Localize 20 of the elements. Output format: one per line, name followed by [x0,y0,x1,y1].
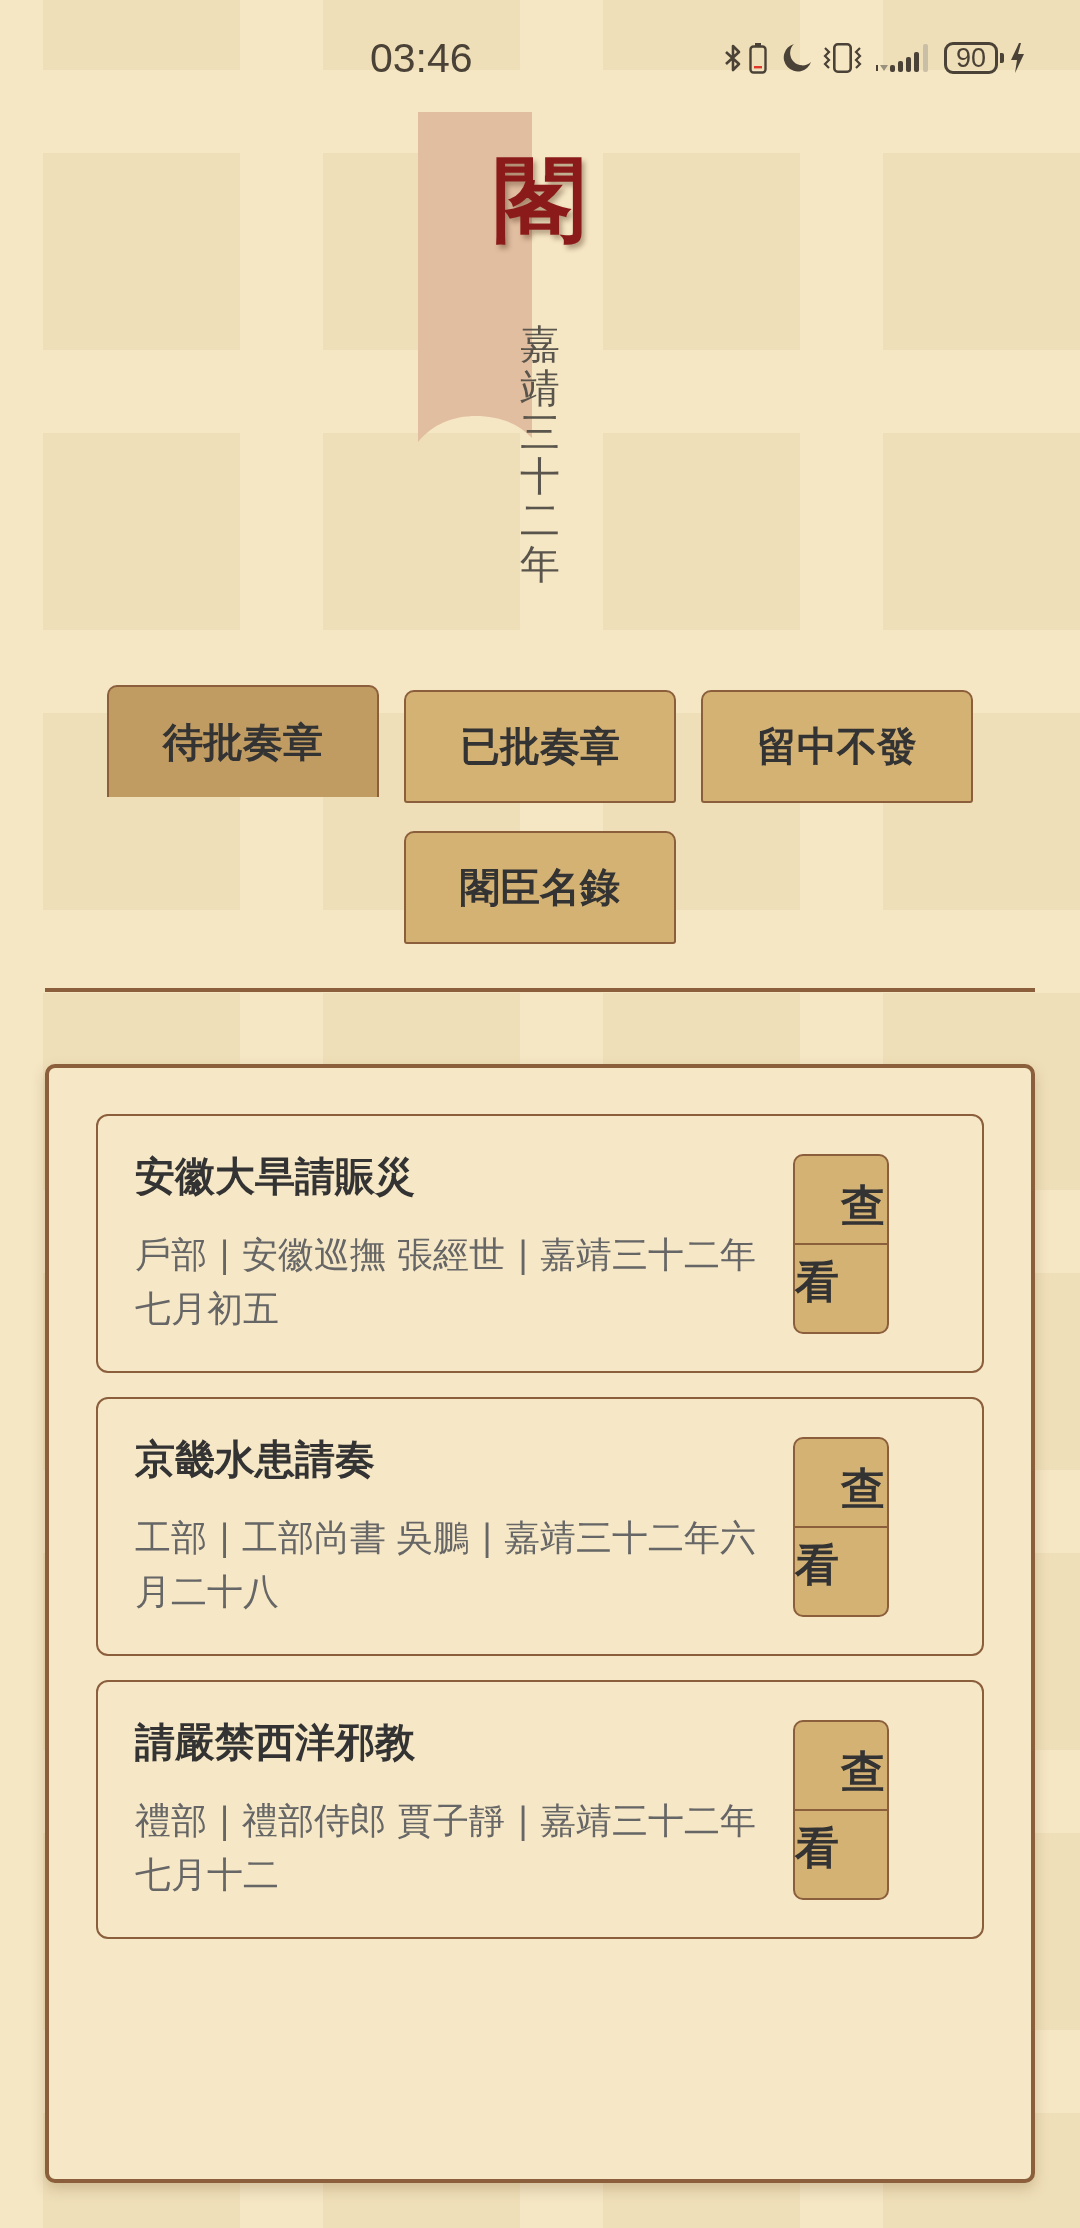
memorial-title: 京畿水患請奏 [135,1435,376,1484]
view-button[interactable]: 查看 [793,1720,889,1900]
tab[interactable]: 待批奏章 [107,685,379,797]
app-title: 閣 [494,154,586,246]
device-battery-icon [747,42,768,74]
tab[interactable]: 閣臣名錄 [404,831,676,944]
view-button[interactable]: 查看 [793,1437,889,1617]
memorial-meta: 戶部 | 安徽巡撫 張經世 | 嘉靖三十二年七月初五 [135,1233,758,1331]
tab[interactable]: 已批奏章 [404,690,676,803]
memorial-title: 安徽大旱請賑災 [135,1152,416,1201]
memorial-meta: 工部 | 工部尚書 吳鵬 | 嘉靖三十二年六月二十八 [135,1516,758,1614]
charging-bolt-icon [1009,42,1026,74]
battery-indicator: 90 [943,42,1004,74]
reign-year: 嘉靖三十二年 [520,322,560,586]
vibrate-icon [822,42,862,74]
memorial-meta: 禮部 | 禮部侍郎 賈子靜 | 嘉靖三十二年七月十二 [135,1799,758,1897]
tab[interactable]: 留中不發 [701,690,973,803]
clock-time: 03:46 [370,34,473,82]
memorial-title: 請嚴禁西洋邪教 [135,1718,416,1767]
view-button[interactable]: 查看 [793,1154,889,1334]
